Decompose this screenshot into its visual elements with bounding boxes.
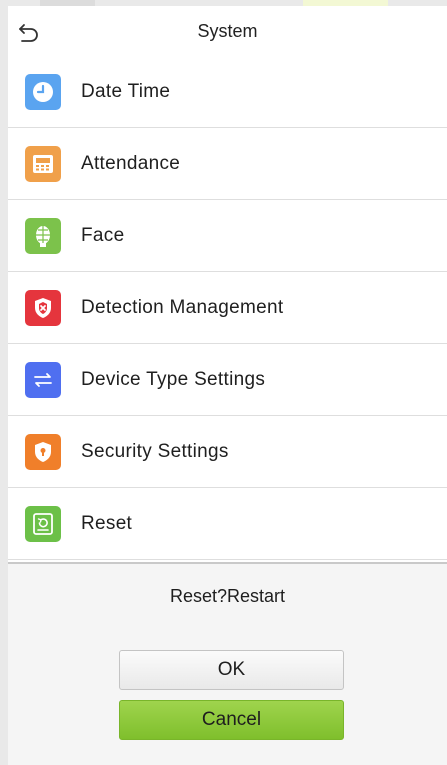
title-bar: System: [8, 6, 447, 57]
menu-item-label: Reset: [81, 512, 133, 534]
shield-lock-icon: [25, 433, 61, 470]
dialog-message: Reset?Restart: [169, 586, 286, 606]
page-title: System: [197, 21, 258, 41]
ok-button[interactable]: OK: [119, 650, 344, 690]
menu-item-attendance[interactable]: Attendance: [8, 128, 447, 200]
face-icon: [25, 217, 61, 254]
system-menu: Date Time Attendance Face Detection Mana…: [8, 56, 447, 560]
cancel-button[interactable]: Cancel: [119, 700, 344, 740]
system-screen: System Date Time Attendance Face Detecti…: [8, 6, 447, 765]
reset-device-icon: [25, 505, 61, 542]
menu-item-reset[interactable]: Reset: [8, 488, 447, 560]
menu-item-label: Device Type Settings: [81, 368, 266, 390]
menu-item-label: Date Time: [81, 80, 171, 102]
switch-arrows-icon: [25, 361, 61, 398]
menu-item-device-type-settings[interactable]: Device Type Settings: [8, 344, 447, 416]
menu-item-date-time[interactable]: Date Time: [8, 56, 447, 128]
menu-item-face[interactable]: Face: [8, 200, 447, 272]
menu-item-detection-management[interactable]: Detection Management: [8, 272, 447, 344]
clock-icon: [25, 73, 61, 110]
attendance-device-icon: [25, 145, 61, 182]
menu-item-label: Security Settings: [81, 440, 229, 462]
menu-item-label: Detection Management: [81, 296, 284, 318]
shield-cross-icon: [25, 289, 61, 326]
menu-item-security-settings[interactable]: Security Settings: [8, 416, 447, 488]
reset-confirm-dialog: Reset?Restart OK Cancel: [8, 562, 447, 765]
menu-item-label: Face: [81, 224, 125, 246]
menu-item-label: Attendance: [81, 152, 181, 174]
